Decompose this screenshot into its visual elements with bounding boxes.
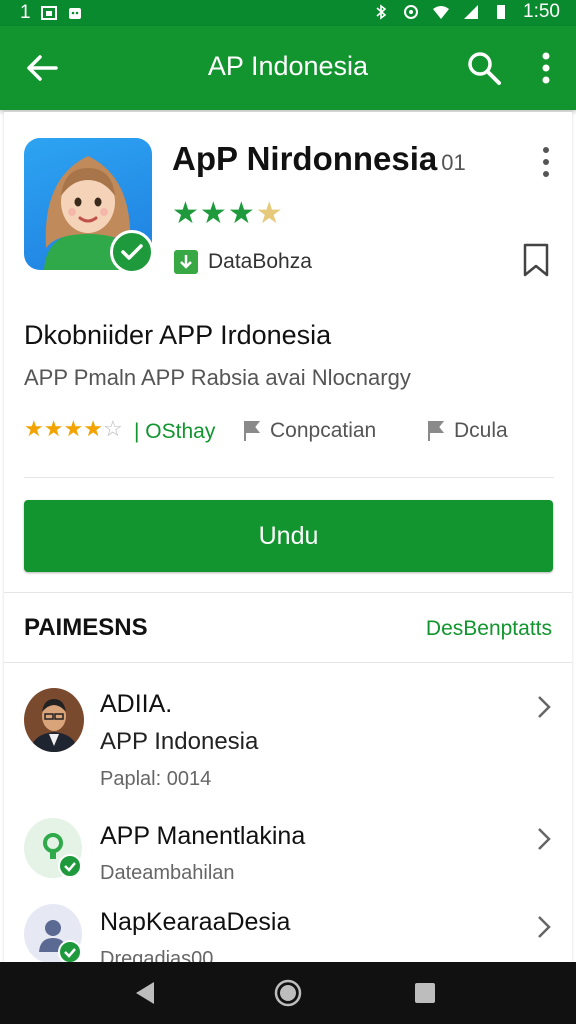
status-bar: 1 1:50 — [0, 0, 576, 26]
developer-name: DataBohza — [208, 250, 312, 273]
empty-star-icon: ☆ — [102, 416, 123, 441]
list-item[interactable]: ADIIA. APP Indonesia Paplal: 0014 — [24, 688, 554, 798]
list-item-meta: Paplal: 0014 — [100, 768, 212, 790]
app-subline: APP Pmaln APP Rabsia avai Nlocnargy — [24, 365, 411, 390]
list-item-title: ADIIA. — [100, 690, 173, 718]
meta-tag-2-label: Dcula — [454, 419, 508, 442]
search-icon[interactable] — [466, 50, 502, 86]
app-version: 01 — [441, 150, 466, 175]
alarm-icon — [404, 5, 419, 19]
meta-tag-1-label: Conpcatian — [270, 419, 377, 442]
app-headline: Dkobniider APP Irdonesia — [24, 320, 332, 350]
chevron-right-icon — [538, 696, 551, 718]
card-more-icon[interactable] — [538, 145, 554, 179]
meta-rating-text: | OSthay — [134, 420, 216, 443]
list-item-title: NapKearaaDesia — [100, 908, 291, 936]
notification-image-icon — [40, 6, 57, 20]
notification-android-icon — [68, 8, 81, 19]
divider — [24, 477, 554, 478]
battery-icon — [497, 5, 506, 19]
meta-star-rating: ★★★★☆ — [24, 416, 123, 442]
meta-tag-1: Conpcatian — [242, 419, 376, 443]
more-vert-icon[interactable] — [532, 50, 560, 86]
app-name-text: ApP Nirdonnesia — [172, 140, 438, 177]
bluetooth-icon — [376, 4, 387, 20]
chevron-right-icon — [538, 916, 551, 938]
list-item-meta: Dateambahilan — [100, 862, 235, 884]
nav-back-icon[interactable] — [130, 978, 160, 1008]
star-icon: ★ — [227, 197, 256, 230]
verified-check-icon — [58, 854, 82, 878]
star-icon: ★ — [24, 416, 44, 441]
meta-row: ★★★★☆ | OSthay Conpcatian Dcula — [24, 416, 554, 448]
app-bar: AP Indonesia — [0, 26, 576, 110]
status-left-text: 1 — [20, 2, 31, 23]
verified-check-icon — [58, 940, 82, 962]
star-icon: ★ — [83, 416, 103, 441]
app-name: ApP Nirdonnesia 01 — [172, 140, 466, 178]
list-item-meta: Dregadias00 — [100, 948, 214, 962]
list-item-title: APP Manentlakina — [100, 822, 306, 850]
divider — [4, 662, 572, 663]
install-button[interactable]: Undu — [24, 500, 553, 572]
signal-icon — [464, 5, 479, 19]
developer-row[interactable]: DataBohza — [174, 250, 312, 274]
star-icon: ★ — [63, 416, 84, 441]
meta-tag-2: Dcula — [426, 419, 508, 443]
nav-recents-icon[interactable] — [410, 978, 440, 1008]
download-badge-icon — [174, 250, 198, 274]
flag-icon — [428, 421, 445, 441]
half-star-icon: ★ — [255, 197, 284, 230]
list-item[interactable]: APP Manentlakina Dateambahilan — [24, 818, 554, 888]
list-item[interactable]: NapKearaaDesia Dregadias00 — [24, 904, 554, 962]
divider — [4, 592, 572, 593]
bookmark-icon[interactable] — [520, 242, 552, 278]
list-item-subtitle: APP Indonesia — [100, 728, 259, 755]
avatar — [24, 688, 84, 752]
star-icon: ★ — [199, 197, 228, 230]
star-icon: ★ — [172, 197, 200, 230]
wifi-icon — [433, 6, 450, 19]
chevron-right-icon — [538, 828, 551, 850]
star-icon: ★ — [43, 416, 64, 441]
nav-home-icon[interactable] — [273, 978, 303, 1008]
section-link[interactable]: DesBenptatts — [426, 617, 552, 641]
system-nav-bar — [0, 962, 576, 1024]
verified-check-icon — [110, 230, 154, 274]
section-title: PAIMESNS — [24, 614, 148, 641]
status-time: 1:50 — [523, 1, 560, 22]
app-star-rating: ★★★★ — [172, 196, 284, 231]
flag-icon — [244, 421, 261, 441]
